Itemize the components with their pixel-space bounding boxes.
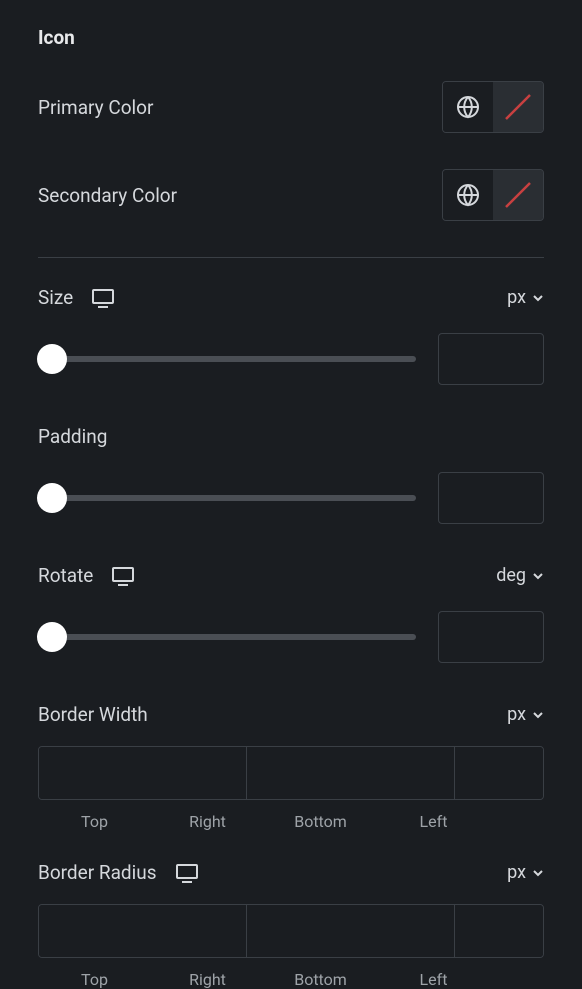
- rotate-label: Rotate: [38, 564, 93, 587]
- size-unit-select[interactable]: px: [507, 287, 544, 308]
- padding-slider[interactable]: [38, 495, 416, 501]
- size-section: Size px: [38, 286, 544, 385]
- border-width-inputs: [38, 746, 544, 800]
- border-width-bottom-input[interactable]: [455, 747, 544, 799]
- border-radius-labels: Top Right Bottom Left: [38, 970, 544, 989]
- rotate-section: Rotate deg: [38, 564, 544, 663]
- padding-slider-thumb[interactable]: [37, 483, 67, 513]
- border-radius-inputs: [38, 904, 544, 958]
- padding-input[interactable]: [438, 472, 544, 524]
- globe-icon: [456, 95, 480, 119]
- size-slider[interactable]: [38, 356, 416, 362]
- section-title: Icon: [38, 26, 544, 49]
- border-radius-right-label: Right: [151, 970, 264, 989]
- chevron-down-icon: [532, 294, 544, 302]
- border-width-top-label: Top: [38, 812, 151, 831]
- border-width-labels: Top Right Bottom Left: [38, 812, 544, 831]
- primary-color-label: Primary Color: [38, 96, 153, 119]
- secondary-color-row: Secondary Color: [38, 169, 544, 221]
- secondary-color-control: [442, 169, 544, 221]
- size-input[interactable]: [438, 333, 544, 385]
- border-width-unit-select[interactable]: px: [507, 704, 544, 725]
- border-width-left-label: Left: [377, 812, 490, 831]
- border-radius-left-label: Left: [377, 970, 490, 989]
- desktop-icon[interactable]: [175, 863, 199, 883]
- rotate-unit-select[interactable]: deg: [496, 565, 544, 586]
- secondary-color-label: Secondary Color: [38, 184, 177, 207]
- size-slider-thumb[interactable]: [37, 344, 67, 374]
- no-color-icon: [500, 177, 536, 213]
- border-radius-bottom-label: Bottom: [264, 970, 377, 989]
- divider: [38, 257, 544, 258]
- border-radius-top-label: Top: [38, 970, 151, 989]
- border-radius-bottom-input[interactable]: [455, 905, 544, 957]
- primary-color-row: Primary Color: [38, 81, 544, 133]
- border-width-bottom-label: Bottom: [264, 812, 377, 831]
- border-radius-label: Border Radius: [38, 861, 157, 884]
- size-label: Size: [38, 286, 73, 309]
- rotate-slider[interactable]: [38, 634, 416, 640]
- border-radius-unit-select[interactable]: px: [507, 862, 544, 883]
- desktop-icon[interactable]: [91, 288, 115, 308]
- chevron-down-icon: [532, 711, 544, 719]
- rotate-input[interactable]: [438, 611, 544, 663]
- chevron-down-icon: [532, 869, 544, 877]
- padding-label: Padding: [38, 425, 107, 448]
- border-width-top-input[interactable]: [39, 747, 247, 799]
- secondary-color-swatch-button[interactable]: [493, 170, 543, 220]
- border-radius-section: Border Radius px Top Right Bottom: [38, 861, 544, 989]
- rotate-slider-thumb[interactable]: [37, 622, 67, 652]
- primary-color-swatch-button[interactable]: [493, 82, 543, 132]
- primary-color-control: [442, 81, 544, 133]
- secondary-color-global-button[interactable]: [443, 170, 493, 220]
- border-radius-right-input[interactable]: [247, 905, 455, 957]
- globe-icon: [456, 183, 480, 207]
- no-color-icon: [500, 89, 536, 125]
- border-width-section: Border Width px Top Right Bottom Left: [38, 703, 544, 831]
- border-width-label: Border Width: [38, 703, 148, 726]
- border-radius-top-input[interactable]: [39, 905, 247, 957]
- border-width-right-label: Right: [151, 812, 264, 831]
- desktop-icon[interactable]: [111, 566, 135, 586]
- border-width-right-input[interactable]: [247, 747, 455, 799]
- padding-section: Padding: [38, 425, 544, 524]
- primary-color-global-button[interactable]: [443, 82, 493, 132]
- chevron-down-icon: [532, 572, 544, 580]
